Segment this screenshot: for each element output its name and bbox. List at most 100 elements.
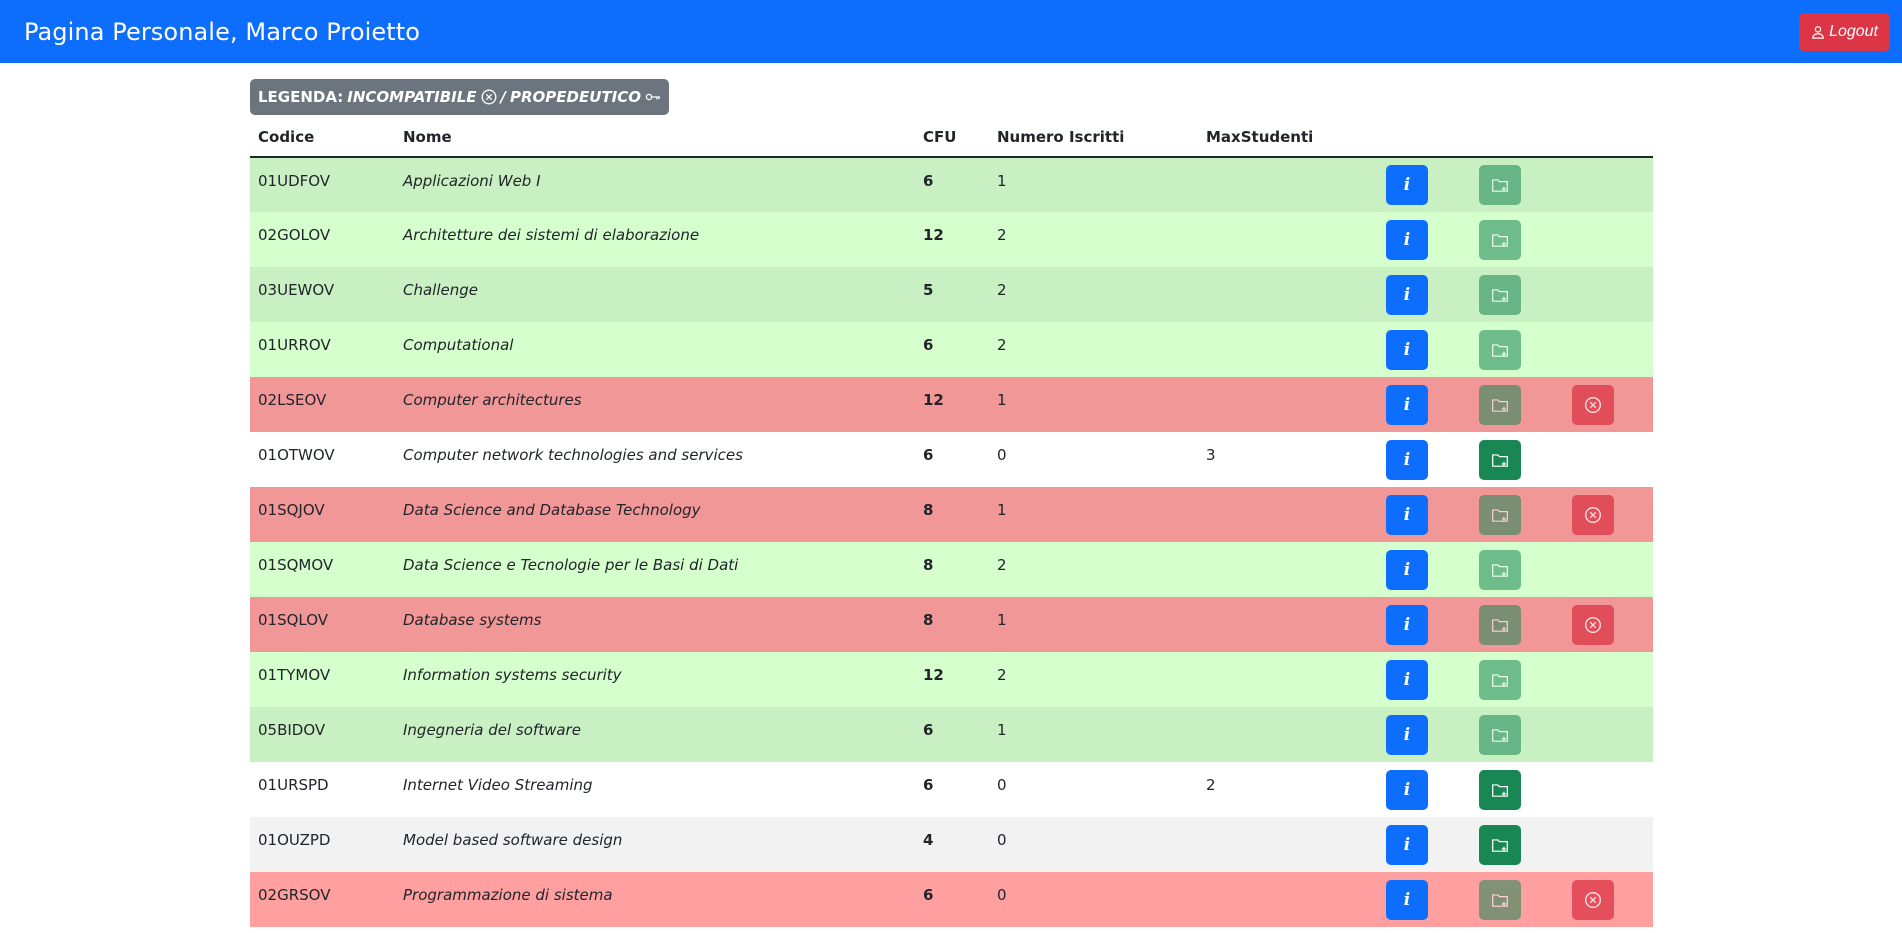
header-max-studenti: MaxStudenti: [1198, 117, 1378, 158]
cell-codice: 01UDFOV: [250, 157, 395, 212]
info-button[interactable]: i: [1386, 714, 1428, 755]
cell-nome: Ingegneria del software: [395, 707, 915, 762]
folder-plus-icon: [1492, 563, 1508, 577]
remove-incompatible-button[interactable]: [1572, 494, 1614, 535]
cell-nome: Data Science and Database Technology: [395, 487, 915, 542]
add-course-button[interactable]: [1479, 439, 1521, 480]
cell-iscritti: 1: [989, 707, 1198, 762]
add-course-button[interactable]: [1479, 494, 1521, 535]
cell-iscritti: 0: [989, 762, 1198, 817]
cell-iscritti: 1: [989, 157, 1198, 212]
add-course-button[interactable]: [1479, 604, 1521, 645]
legend-badge: LEGENDA: INCOMPATIBILE / PROPEDEUTICO: [250, 79, 669, 115]
cell-cfu: 12: [915, 377, 989, 432]
info-button[interactable]: i: [1386, 494, 1428, 535]
cell-codice: 02LSEOV: [250, 377, 395, 432]
info-button[interactable]: i: [1386, 659, 1428, 700]
remove-incompatible-button[interactable]: [1572, 879, 1614, 920]
cell-max-studenti: [1198, 872, 1378, 927]
top-navbar: Pagina Personale, Marco Proietto Logout: [0, 0, 1902, 63]
legend-prefix: LEGENDA:: [258, 88, 344, 106]
legend-separator: /: [500, 88, 506, 106]
cell-max-studenti: [1198, 487, 1378, 542]
cell-cfu: 6: [915, 322, 989, 377]
table-row: 01OTWOV Computer network technologies and…: [250, 432, 1653, 487]
info-button[interactable]: i: [1386, 219, 1428, 260]
info-button[interactable]: i: [1386, 604, 1428, 645]
add-course-button[interactable]: [1479, 384, 1521, 425]
add-course-button[interactable]: [1479, 219, 1521, 260]
info-button[interactable]: i: [1386, 549, 1428, 590]
cell-max-studenti: [1198, 267, 1378, 322]
folder-plus-icon: [1492, 783, 1508, 797]
cell-nome: Architetture dei sistemi di elaborazione: [395, 212, 915, 267]
cell-nome: Programmazione di sistema: [395, 872, 915, 927]
add-course-button[interactable]: [1479, 824, 1521, 865]
table-header-row: Codice Nome CFU Numero Iscritti MaxStude…: [250, 117, 1653, 158]
cell-iscritti: 2: [989, 267, 1198, 322]
cell-cfu: 6: [915, 432, 989, 487]
cell-codice: 01SQMOV: [250, 542, 395, 597]
cell-iscritti: 0: [989, 872, 1198, 927]
info-button[interactable]: i: [1386, 769, 1428, 810]
header-iscritti: Numero Iscritti: [989, 117, 1198, 158]
cell-nome: Computational: [395, 322, 915, 377]
cell-cfu: 8: [915, 542, 989, 597]
folder-plus-icon: [1492, 673, 1508, 687]
cell-codice: 01OTWOV: [250, 432, 395, 487]
cell-nome: Applicazioni Web I: [395, 157, 915, 212]
folder-plus-icon: [1492, 618, 1508, 632]
logout-label: Logout: [1829, 22, 1878, 40]
table-row: 01SQJOV Data Science and Database Technol…: [250, 487, 1653, 542]
add-course-button[interactable]: [1479, 549, 1521, 590]
add-course-button[interactable]: [1479, 879, 1521, 920]
cell-max-studenti: [1198, 157, 1378, 212]
add-course-button[interactable]: [1479, 769, 1521, 810]
cell-max-studenti: [1198, 597, 1378, 652]
cell-nome: Internet Video Streaming: [395, 762, 915, 817]
table-row: 02GRSOV Programmazione di sistema 6 0 i: [250, 872, 1653, 927]
cell-codice: 01SQLOV: [250, 597, 395, 652]
cell-cfu: 8: [915, 487, 989, 542]
cell-nome: Challenge: [395, 267, 915, 322]
page-title: Pagina Personale, Marco Proietto: [24, 17, 421, 46]
cell-cfu: 6: [915, 872, 989, 927]
cell-codice: 01SQJOV: [250, 487, 395, 542]
add-course-button[interactable]: [1479, 329, 1521, 370]
table-row: 02LSEOV Computer architectures 12 1 i: [250, 377, 1653, 432]
cell-max-studenti: [1198, 652, 1378, 707]
info-button[interactable]: i: [1386, 329, 1428, 370]
cell-codice: 05BIDOV: [250, 707, 395, 762]
cell-cfu: 8: [915, 597, 989, 652]
info-button[interactable]: i: [1386, 165, 1428, 205]
info-button[interactable]: i: [1386, 274, 1428, 315]
circle-x-icon: [1585, 506, 1601, 523]
add-course-button[interactable]: [1479, 274, 1521, 315]
cell-iscritti: 2: [989, 652, 1198, 707]
info-button[interactable]: i: [1386, 824, 1428, 865]
cell-iscritti: 2: [989, 322, 1198, 377]
remove-incompatible-button[interactable]: [1572, 384, 1614, 425]
remove-incompatible-button[interactable]: [1572, 604, 1614, 645]
folder-plus-icon: [1492, 728, 1508, 742]
add-course-button[interactable]: [1479, 659, 1521, 700]
folder-plus-icon: [1492, 343, 1508, 357]
circle-x-icon: [1585, 616, 1601, 633]
legend-propedeutico: PROPEDEUTICO: [510, 88, 641, 106]
add-course-button[interactable]: [1479, 165, 1521, 205]
cell-codice: 03UEWOV: [250, 267, 395, 322]
info-button[interactable]: i: [1386, 384, 1428, 425]
logout-button[interactable]: Logout: [1799, 12, 1890, 51]
main-content: LEGENDA: INCOMPATIBILE / PROPEDEUTICO Co…: [250, 79, 1653, 927]
courses-table: Codice Nome CFU Numero Iscritti MaxStude…: [250, 117, 1653, 927]
folder-plus-icon: [1492, 288, 1508, 302]
cell-iscritti: 1: [989, 487, 1198, 542]
circle-x-icon: [481, 89, 496, 105]
add-course-button[interactable]: [1479, 714, 1521, 755]
cell-max-studenti: [1198, 542, 1378, 597]
cell-nome: Data Science e Tecnologie per le Basi di…: [395, 542, 915, 597]
info-button[interactable]: i: [1386, 439, 1428, 480]
table-row: 01TYMOV Information systems security 12 2 i: [250, 652, 1653, 707]
info-button[interactable]: i: [1386, 879, 1428, 920]
cell-max-studenti: [1198, 322, 1378, 377]
